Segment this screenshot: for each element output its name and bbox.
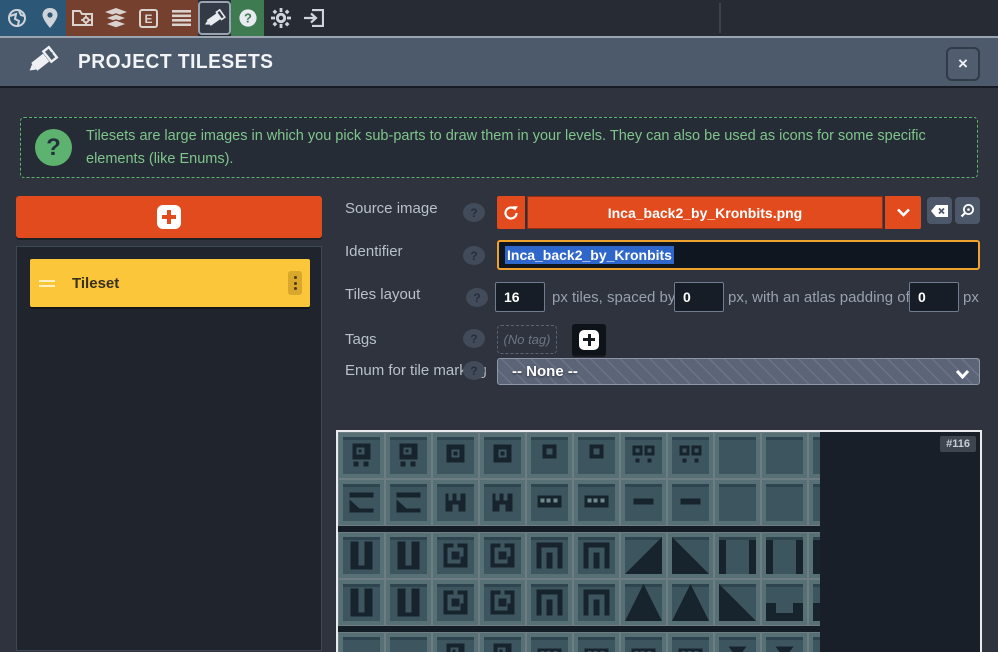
atlas-padding-input[interactable] xyxy=(909,282,959,312)
svg-text:E: E xyxy=(144,12,152,26)
plus-icon xyxy=(157,205,181,229)
locate-file-icon[interactable] xyxy=(955,197,980,224)
tile-spacing-input[interactable] xyxy=(674,282,724,312)
enum-marking-value: -- None -- xyxy=(512,363,578,380)
top-toolbar: E ? xyxy=(0,0,998,36)
tileset-list: Tileset xyxy=(16,246,322,651)
exit-icon[interactable] xyxy=(297,0,330,36)
paint-brush-icon xyxy=(26,44,60,81)
tiles-layout-help-icon[interactable]: ? xyxy=(466,288,488,307)
help-note: ? Tilesets are large images in which you… xyxy=(20,117,978,178)
clear-source-icon[interactable] xyxy=(927,197,952,224)
tileset-list-item[interactable]: Tileset xyxy=(30,259,310,307)
tiles-layout-text-1: px tiles, spaced by xyxy=(552,289,675,306)
identifier-input[interactable]: Inca_back2_by_Kronbits xyxy=(497,240,980,270)
drag-handle-icon[interactable] xyxy=(39,280,55,287)
toolbar-divider xyxy=(719,3,721,33)
map-pin-icon[interactable] xyxy=(33,0,66,36)
settings-icon[interactable] xyxy=(264,0,297,36)
item-menu-icon[interactable] xyxy=(288,271,302,295)
source-image-row: Inca_back2_by_Kronbits.png xyxy=(497,196,980,229)
source-image-label: Source image xyxy=(345,200,438,217)
identifier-help-icon[interactable]: ? xyxy=(463,246,485,265)
page-title: PROJECT TILESETS xyxy=(78,51,273,74)
entity-icon[interactable]: E xyxy=(132,0,165,36)
tile-size-input[interactable] xyxy=(495,282,545,312)
source-image-value: Inca_back2_by_Kronbits.png xyxy=(608,205,803,221)
refresh-icon[interactable] xyxy=(497,196,525,229)
panel-header: PROJECT TILESETS × xyxy=(0,36,998,88)
identifier-label: Identifier xyxy=(345,243,403,260)
source-image-help-icon[interactable]: ? xyxy=(463,203,485,222)
tile-count-badge: #116 xyxy=(940,436,976,452)
tileset-brush-icon[interactable] xyxy=(198,1,231,35)
tiles-layout-text-2: px, with an atlas padding of xyxy=(728,289,910,306)
chevron-down-icon xyxy=(956,366,969,383)
source-image-button[interactable]: Inca_back2_by_Kronbits.png xyxy=(525,196,885,229)
world-icon[interactable] xyxy=(0,0,33,36)
no-tag-placeholder: (No tag) xyxy=(497,325,557,354)
help-note-text: Tilesets are large images in which you p… xyxy=(86,125,977,170)
tileset-preview: #116 xyxy=(336,430,982,652)
tags-help-icon[interactable]: ? xyxy=(463,329,485,348)
project-folder-icon[interactable] xyxy=(66,0,99,36)
add-tileset-button[interactable] xyxy=(16,196,322,238)
identifier-value: Inca_back2_by_Kronbits xyxy=(505,246,674,264)
tags-label: Tags xyxy=(345,331,377,348)
layers-icon[interactable] xyxy=(99,0,132,36)
question-icon: ? xyxy=(35,129,72,166)
close-button[interactable]: × xyxy=(946,47,980,81)
tiles-layout-text-3: px xyxy=(963,289,979,306)
tileset-preview-image xyxy=(338,432,820,652)
tileset-item-label: Tileset xyxy=(72,275,119,292)
help-icon[interactable]: ? xyxy=(231,0,264,36)
add-tag-button[interactable] xyxy=(572,324,606,355)
source-chevron-down-icon[interactable] xyxy=(885,196,921,229)
list-icon[interactable] xyxy=(165,0,198,36)
plus-icon xyxy=(579,330,599,350)
tiles-layout-label: Tiles layout xyxy=(345,286,420,303)
svg-text:?: ? xyxy=(244,11,252,26)
enum-marking-help-icon[interactable]: ? xyxy=(463,361,485,380)
enum-marking-select[interactable]: -- None -- xyxy=(497,358,980,385)
